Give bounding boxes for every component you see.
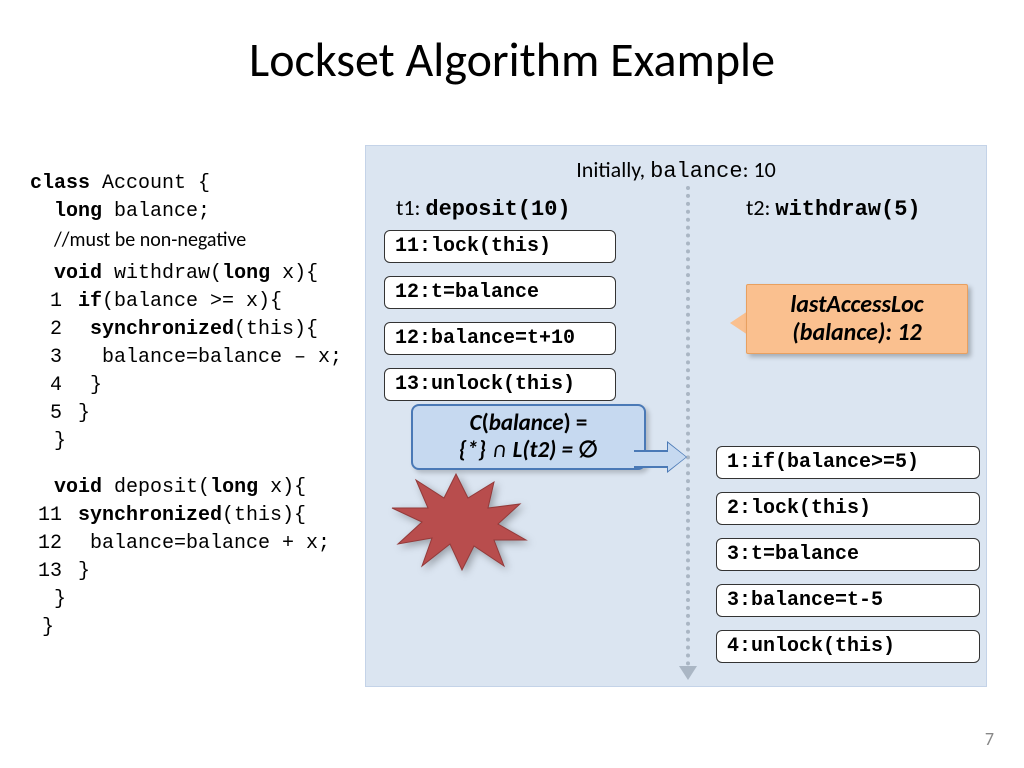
page-number: 7 (985, 728, 994, 750)
timeline-line (686, 186, 690, 666)
t1-step-13: 13:unlock(this) (384, 368, 616, 401)
t2-step-3b: 3:balance=t-5 (716, 584, 980, 617)
cset-arrow-icon (634, 446, 684, 468)
t1-step-12b: 12:balance=t+10 (384, 322, 616, 355)
last-access-callout: lastAccessLoc (balance): 12 (746, 284, 968, 354)
t2-step-2: 2:lock(this) (716, 492, 980, 525)
starburst-icon (376, 466, 536, 576)
execution-panel: Initially, balance: 10 t1: deposit(10) t… (365, 145, 987, 687)
t2-step-1: 1:if(balance>=5) (716, 446, 980, 479)
thread2-header: t2: withdraw(5) (746, 194, 921, 222)
page-title: Lockset Algorithm Example (0, 30, 1024, 89)
cset-box: C(balance) = {*} ∩ L(t2) = ∅ (411, 404, 646, 470)
t2-step-4: 4:unlock(this) (716, 630, 980, 663)
initial-state: Initially, balance: 10 (366, 156, 986, 184)
timeline-arrowhead-icon (679, 666, 697, 680)
t1-step-12a: 12:t=balance (384, 276, 616, 309)
t1-step-11: 11:lock(this) (384, 230, 616, 263)
code-listing: class Account { long balance; //must be … (30, 170, 342, 642)
t2-step-3a: 3:t=balance (716, 538, 980, 571)
thread1-header: t1: deposit(10) (396, 194, 571, 222)
